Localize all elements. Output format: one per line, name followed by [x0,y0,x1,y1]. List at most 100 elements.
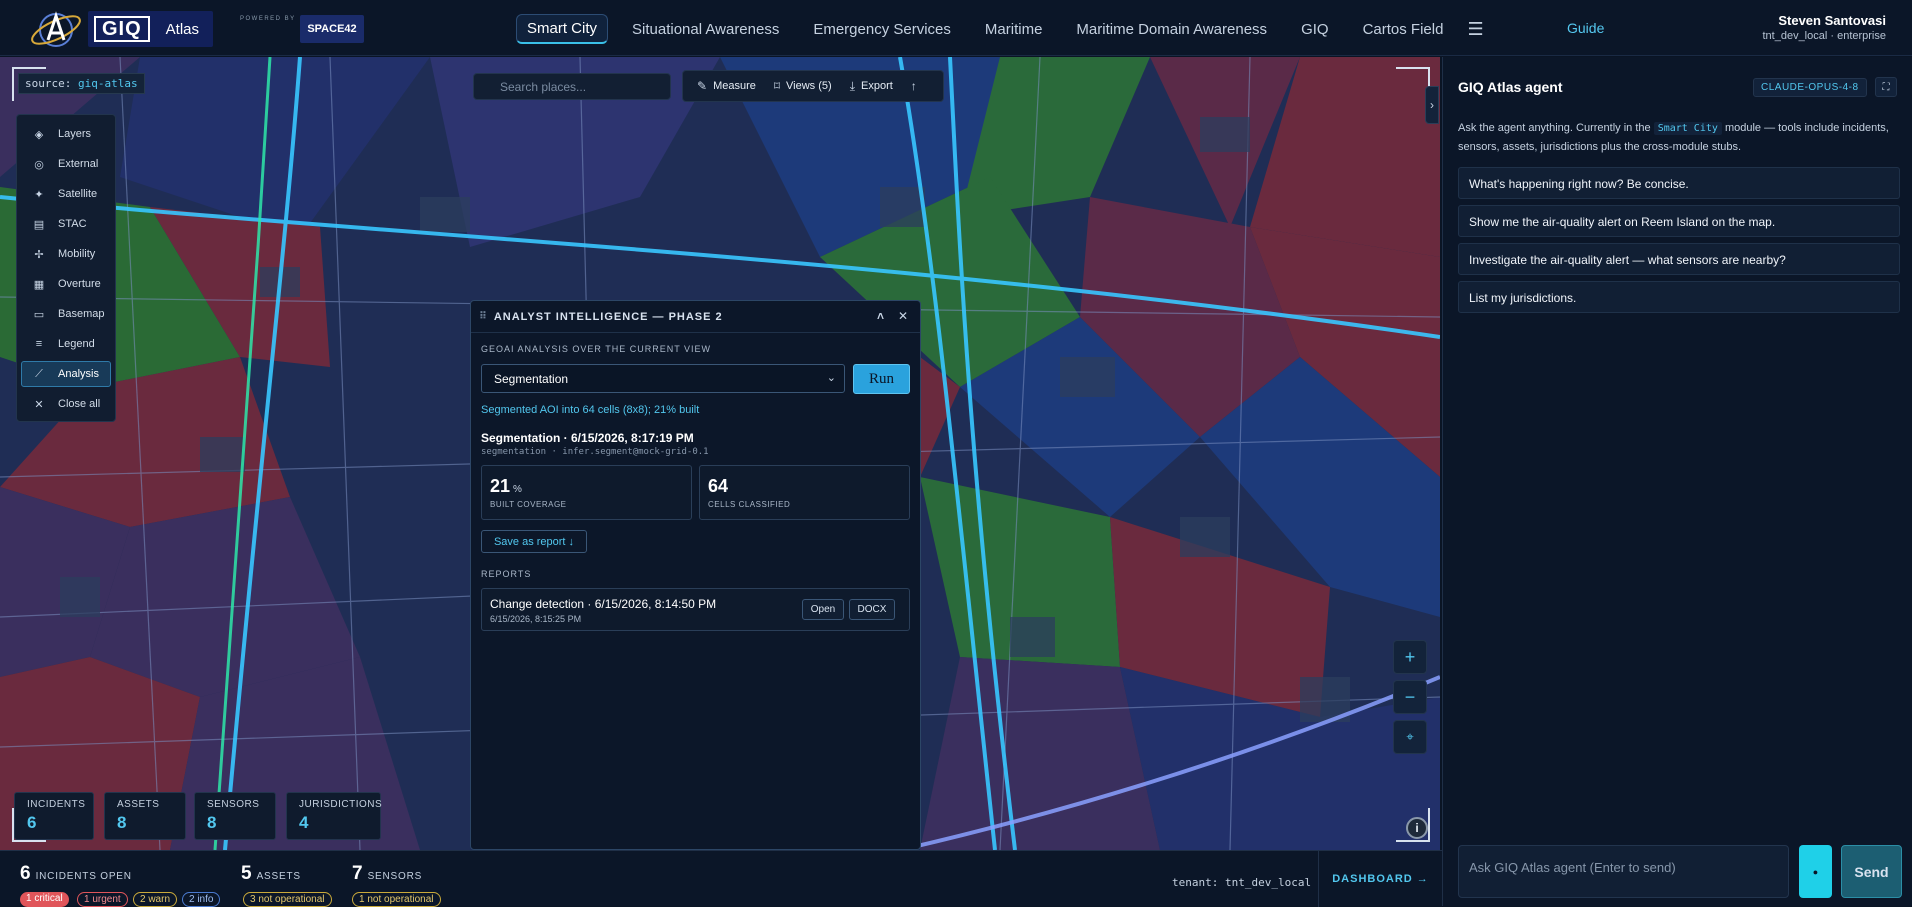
panel-title: ANALYST INTELLIGENCE — PHASE 2 [493,310,723,323]
locate-icon[interactable]: ⌖ [1393,720,1427,754]
source-label: source: [25,77,72,90]
sidebar-item-label: Layers [58,128,92,140]
sidebar-item-external[interactable]: ◎ External [21,151,111,177]
drag-handle-icon[interactable]: ⠿ [479,311,488,322]
logo-giq-text: GIQ [94,16,150,42]
result-meta: segmentation · infer.segment@mock-grid-0… [481,447,709,457]
suggestion-button[interactable]: List my jurisdictions. [1458,281,1900,313]
assets-count: 5 [241,863,252,884]
zoom-in-button[interactable]: + [1393,640,1427,674]
sidebar-item-label: Analysis [58,368,99,380]
measure-button[interactable]: ✎ Measure [697,79,756,93]
sidebar-item-label: Legend [58,338,95,350]
nav-cartos-field[interactable]: Cartos Field [1353,16,1454,43]
stat-label: ASSETS [117,799,160,810]
stat-incidents[interactable]: INCIDENTS 6 [14,792,94,840]
assets-not-operational-badge[interactable]: 3 not operational [243,892,332,907]
nav-emergency-services[interactable]: Emergency Services [803,16,961,43]
suggestion-button[interactable]: Show me the air-quality alert on Reem Is… [1458,205,1900,237]
select-value: Segmentation [494,372,569,386]
open-report-button[interactable]: Open [802,599,844,620]
share-icon: ↑ [910,79,917,93]
globe-icon: ◎ [34,158,44,171]
guide-link[interactable]: Guide [1567,20,1604,36]
minimize-icon[interactable]: ˄ [877,309,885,323]
status-footer: 6 INCIDENTS OPEN 1 critical 1 urgent 2 wa… [0,850,1442,907]
nav-maritime-domain-awareness[interactable]: Maritime Domain Awareness [1066,16,1277,43]
logo[interactable]: GIQ Atlas [28,6,214,52]
nav-situational-awareness[interactable]: Situational Awareness [622,16,789,43]
user-info[interactable]: Steven Santovasi tnt_dev_local · enterpr… [1762,13,1886,42]
hamburger-icon[interactable]: ☰ [1467,19,1483,40]
close-icon[interactable]: ✕ [898,309,909,323]
stat-jurisdictions[interactable]: JURISDICTIONS 4 [286,792,382,840]
sidebar-item-mobility[interactable]: ✢ Mobility [21,241,111,267]
critical-badge[interactable]: 1 critical [20,892,69,907]
footer-sensors[interactable]: 7 SENSORS [352,863,422,885]
info-icon[interactable]: i [1406,817,1428,839]
sidebar-item-analysis[interactable]: ⟋ Analysis [21,361,111,387]
agent-message-input[interactable]: Ask GIQ Atlas agent (Enter to send) [1458,845,1789,898]
kpi-unit: % [513,484,522,495]
stat-assets[interactable]: ASSETS 8 [104,792,186,840]
nav-giq[interactable]: GIQ [1291,16,1339,43]
stat-value: 4 [299,813,309,832]
sidebar-item-basemap[interactable]: ▭ Basemap [21,301,111,327]
sidebar-item-overture[interactable]: ▦ Overture [21,271,111,297]
footer-assets[interactable]: 5 ASSETS [241,863,301,885]
assets-label: ASSETS [256,871,301,882]
expand-icon[interactable]: ⛶ [1875,77,1897,97]
stat-value: 8 [117,813,127,832]
sidebar-item-layers[interactable]: ◈ Layers [21,121,111,147]
grid-icon: ▦ [33,278,45,291]
panel-header[interactable]: ⠿ ANALYST INTELLIGENCE — PHASE 2 ˄ ✕ [471,301,920,333]
source-badge: source: giq-atlas [18,73,145,94]
warn-badge[interactable]: 2 warn [133,892,178,907]
nav-smart-city[interactable]: Smart City [516,14,609,44]
docx-button[interactable]: DOCX [849,599,895,620]
stat-label: INCIDENTS [27,799,86,810]
sidebar-item-close-all[interactable]: ✕ Close all [21,391,111,417]
agent-description: Ask the agent anything. Currently in the… [1458,119,1898,157]
tenant-label: tenant: tnt_dev_local [1172,876,1312,889]
kpi-value: 21% [490,476,691,497]
run-button[interactable]: Run [853,364,910,394]
search-places-input[interactable]: Search places... [473,73,671,100]
sidebar-item-label: Satellite [58,188,98,200]
microphone-icon[interactable]: ● [1799,845,1832,898]
share-button[interactable]: ↑ [911,79,923,93]
sensors-label: SENSORS [367,871,423,882]
report-date: 6/15/2026, 8:15:25 PM [490,614,582,624]
main-nav: Smart City Situational Awareness Emergen… [516,14,1484,44]
model-badge[interactable]: CLAUDE-OPUS-4-8 [1753,78,1867,97]
dashboard-link[interactable]: DASHBOARD → [1318,851,1442,907]
suggestion-button[interactable]: What's happening right now? Be concise. [1458,167,1900,199]
map-icon: ▭ [33,308,45,321]
views-button[interactable]: ⌑ Views (5) [774,79,832,93]
nav-maritime[interactable]: Maritime [975,16,1053,43]
module-chip: Smart City [1653,122,1722,135]
info-badge[interactable]: 2 info [182,892,221,907]
sensors-not-operational-badge[interactable]: 1 not operational [352,892,441,907]
chevron-right-icon[interactable]: › [1425,86,1439,124]
agent-panel: GIQ Atlas agent CLAUDE-OPUS-4-8 ⛶ Ask th… [1442,57,1912,906]
sensors-count: 7 [352,863,363,884]
views-label: Views (5) [786,80,832,92]
zoom-out-button[interactable]: − [1393,680,1427,714]
map-sidebar: ◈ Layers ◎ External ✦ Satellite ▤ STAC ✢ Mobi… [16,114,116,422]
footer-incidents[interactable]: 6 INCIDENTS OPEN [20,863,132,885]
export-button[interactable]: ⤓ Export [850,79,893,94]
stat-sensors[interactable]: SENSORS 8 [194,792,276,840]
sidebar-item-satellite[interactable]: ✦ Satellite [21,181,111,207]
sidebar-item-label: Close all [58,398,101,410]
sidebar-item-legend[interactable]: ≡ Legend [21,331,111,357]
urgent-badge[interactable]: 1 urgent [77,892,128,907]
close-icon: ✕ [34,398,44,411]
sidebar-item-stac[interactable]: ▤ STAC [21,211,111,237]
save-as-report-button[interactable]: Save as report ↓ [481,530,587,553]
suggestion-button[interactable]: Investigate the air-quality alert — what… [1458,243,1900,275]
bookmark-icon: ⌑ [773,79,781,93]
map-toolbar: ✎ Measure ⌑ Views (5) ⤓ Export ↑ [682,70,944,102]
send-button[interactable]: Send [1841,845,1902,898]
analysis-type-select[interactable]: Segmentation ⌄ [481,364,845,393]
